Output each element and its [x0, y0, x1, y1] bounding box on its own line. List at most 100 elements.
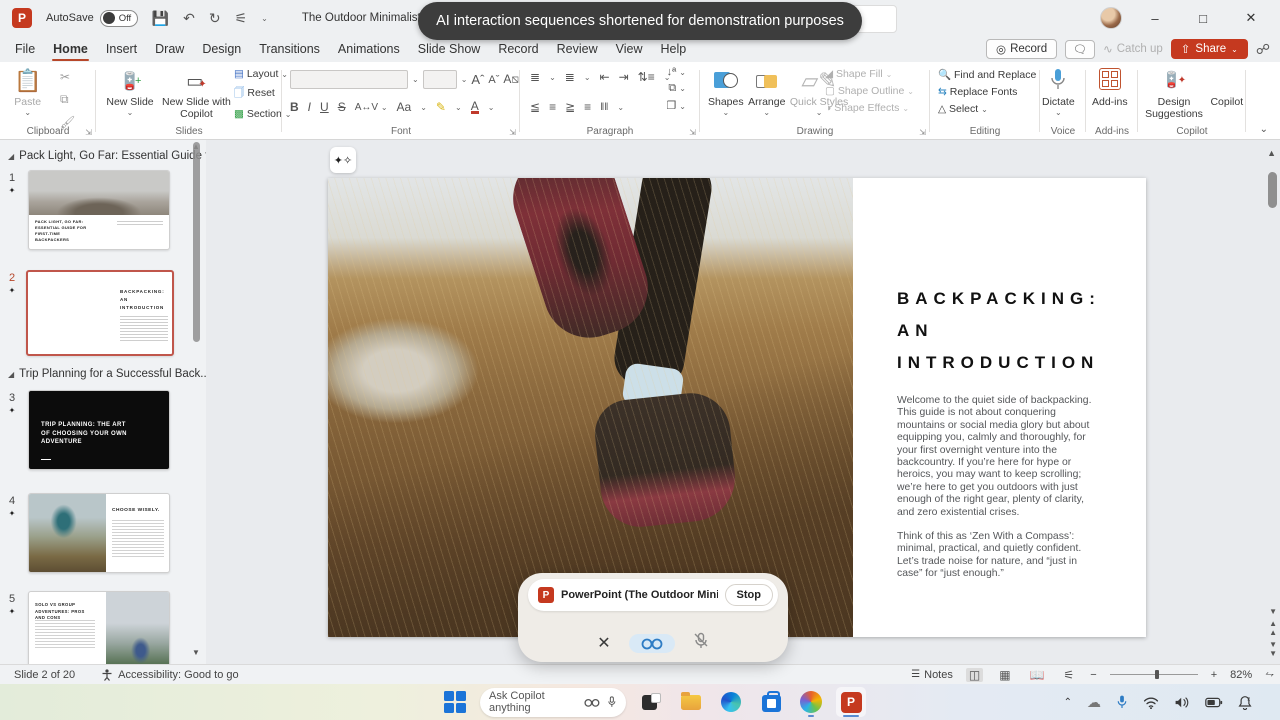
share-button[interactable]: ⇧ Share ⌄ — [1170, 39, 1248, 59]
decrease-indent-icon[interactable]: ⇤ — [600, 70, 610, 84]
fit-slide-icon[interactable]: ⥊ — [1265, 668, 1274, 681]
copilot-session-dialog[interactable]: P PowerPoint (The Outdoor Minimalist - A… — [518, 573, 788, 662]
font-dialog-launcher[interactable]: ⇲ — [509, 128, 516, 137]
current-slide[interactable]: BACKPACKING: AN INTRODUCTION Welcome to … — [328, 178, 1146, 637]
paste-button[interactable]: 📋 Paste ⌄ — [14, 62, 41, 117]
record-button[interactable]: ◎ Record — [986, 39, 1058, 59]
presenter-coach-icon[interactable]: ☍ — [1256, 41, 1270, 58]
autosave-control[interactable]: AutoSave Off — [46, 9, 138, 27]
tab-file[interactable]: File — [6, 38, 44, 60]
microsoft-store-button[interactable] — [756, 687, 786, 717]
tab-home[interactable]: Home — [44, 38, 97, 61]
canvas-scrollbar-thumb[interactable] — [1268, 172, 1277, 208]
new-slide-button[interactable]: 🪫+ New Slide ⌄ — [104, 62, 156, 117]
align-text-icon[interactable]: ⧉ ⌄ — [668, 82, 686, 95]
font-color-icon[interactable]: A — [470, 100, 479, 114]
zoom-slider-thumb[interactable] — [1155, 670, 1160, 679]
volume-icon[interactable] — [1174, 696, 1190, 709]
tab-design[interactable]: Design — [193, 38, 250, 60]
zoom-out-icon[interactable]: − — [1090, 669, 1096, 681]
slideshow-button[interactable]: ⚟ — [1061, 668, 1078, 682]
clear-formatting-icon[interactable]: A⧅ — [503, 72, 519, 87]
battery-icon[interactable] — [1205, 697, 1223, 708]
underline-button[interactable]: U — [320, 100, 329, 114]
stop-sharing-button[interactable]: Stop — [724, 584, 773, 606]
screen-view-toggle[interactable] — [628, 633, 675, 653]
catch-up-button[interactable]: ∿ Catch up — [1103, 42, 1163, 56]
edge-browser-button[interactable] — [716, 687, 746, 717]
redo-icon[interactable]: ↻ — [209, 10, 221, 27]
tray-expand-chevron-icon[interactable]: ⌃ — [1064, 697, 1072, 708]
select-button[interactable]: △ Select ⌄ — [938, 103, 1036, 115]
tab-review[interactable]: Review — [548, 38, 607, 60]
convert-smartart-icon[interactable]: ❐ ⌄ — [666, 99, 686, 112]
shrink-font-icon[interactable]: Aˇ — [488, 74, 499, 86]
character-spacing-icon[interactable]: A↔V ⌄ — [355, 102, 388, 113]
tab-slide-show[interactable]: Slide Show — [409, 38, 490, 60]
text-highlight-icon[interactable]: ✎ — [436, 100, 446, 114]
slide-2-thumbnail[interactable]: BACKPACKING: AN INTRODUCTION — [26, 270, 174, 356]
bullets-icon[interactable]: ≣ — [530, 70, 540, 84]
strikethrough-button[interactable]: S — [338, 100, 346, 114]
start-button[interactable] — [440, 687, 470, 717]
tab-animations[interactable]: Animations — [329, 38, 409, 60]
section-header-2[interactable]: ◢ Trip Planning for a Successful Back... — [8, 368, 206, 380]
align-center-icon[interactable]: ≡ — [549, 100, 556, 114]
minimize-button[interactable]: – — [1140, 11, 1170, 26]
slide-1-thumbnail[interactable]: PACK LIGHT, GO FAR: ESSENTIAL GUIDE FOR … — [28, 170, 170, 250]
previous-slide-icon[interactable]: ▲ ▲ — [1269, 619, 1277, 637]
user-avatar[interactable] — [1100, 7, 1122, 29]
find-replace-button[interactable]: 🔍 Find and Replace — [938, 68, 1036, 81]
change-case-icon[interactable]: Aa — [397, 100, 412, 114]
grow-font-icon[interactable]: Aˆ — [471, 72, 484, 87]
customize-qat-chevron-icon[interactable]: ⌄ — [261, 14, 268, 23]
font-name-combobox[interactable] — [290, 70, 408, 89]
bold-button[interactable]: B — [290, 100, 299, 114]
clipboard-dialog-launcher[interactable]: ⇲ — [85, 128, 92, 137]
paragraph-dialog-launcher[interactable]: ⇲ — [689, 128, 696, 137]
slide-counter[interactable]: Slide 2 of 20 — [14, 669, 75, 681]
slide-5-thumbnail[interactable]: SOLO VS GROUP ADVENTURES: PROS AND CONS — [28, 591, 170, 664]
tab-insert[interactable]: Insert — [97, 38, 146, 60]
shape-effects-button[interactable]: ◑ Shape Effects ⌄ — [825, 102, 914, 114]
new-slide-with-copilot-button[interactable]: ▭✦ New Slide with Copilot — [160, 62, 232, 120]
tab-view[interactable]: View — [607, 38, 652, 60]
tab-transitions[interactable]: Transitions — [250, 38, 329, 60]
comments-button[interactable]: 🗨 — [1065, 39, 1096, 59]
panel-scrollbar-thumb[interactable] — [193, 142, 200, 342]
tab-draw[interactable]: Draw — [146, 38, 193, 60]
save-icon[interactable]: 💾 — [152, 10, 169, 27]
columns-icon[interactable]: ‖‖ — [600, 102, 608, 113]
align-right-icon[interactable]: ≧ — [565, 100, 575, 114]
shape-outline-button[interactable]: ▢ Shape Outline ⌄ — [825, 85, 914, 97]
copilot-app-button[interactable] — [796, 687, 826, 717]
numbering-icon[interactable]: ≣ — [565, 70, 575, 84]
notification-bell-icon[interactable]: z — [1238, 695, 1252, 710]
align-left-icon[interactable]: ≦ — [530, 100, 540, 114]
tab-record[interactable]: Record — [489, 38, 547, 60]
maximize-button[interactable]: □ — [1188, 11, 1218, 26]
zoom-level[interactable]: 82% — [1230, 669, 1252, 681]
normal-view-button[interactable]: ◫ — [965, 667, 984, 682]
drawing-dialog-launcher[interactable]: ⇲ — [919, 128, 926, 137]
next-slide-icon[interactable]: ▼ ▼ — [1269, 640, 1277, 658]
line-spacing-icon[interactable]: ⇅≡ — [638, 70, 655, 84]
font-size-combobox[interactable] — [422, 70, 457, 89]
shapes-button[interactable]: Shapes ⌄ — [708, 62, 744, 117]
autosave-toggle[interactable]: Off — [99, 9, 138, 27]
italic-button[interactable]: I — [308, 100, 311, 114]
replace-fonts-button[interactable]: ⇆ Replace Fonts — [938, 86, 1036, 98]
copy-icon[interactable]: ⧉ — [60, 92, 75, 107]
reading-view-button[interactable]: 📖 — [1027, 668, 1048, 682]
wifi-icon[interactable] — [1143, 696, 1159, 709]
canvas-scroll-up-icon[interactable]: ▲ — [1267, 148, 1276, 158]
slide-3-thumbnail[interactable]: TRIP PLANNING: THE ART OF CHOOSING YOUR … — [28, 390, 170, 470]
powerpoint-taskbar-button[interactable]: P — [836, 687, 866, 717]
mic-muted-toggle[interactable] — [693, 632, 709, 654]
cut-icon[interactable]: ✂ — [60, 70, 75, 84]
close-button[interactable]: ✕ — [1236, 10, 1266, 26]
accessibility-status[interactable]: Accessibility: Good to go — [101, 669, 239, 681]
increase-indent-icon[interactable]: ⇥ — [619, 70, 629, 84]
onedrive-cloud-icon[interactable]: ☁ — [1087, 694, 1101, 711]
arrange-button[interactable]: Arrange ⌄ — [748, 62, 785, 117]
